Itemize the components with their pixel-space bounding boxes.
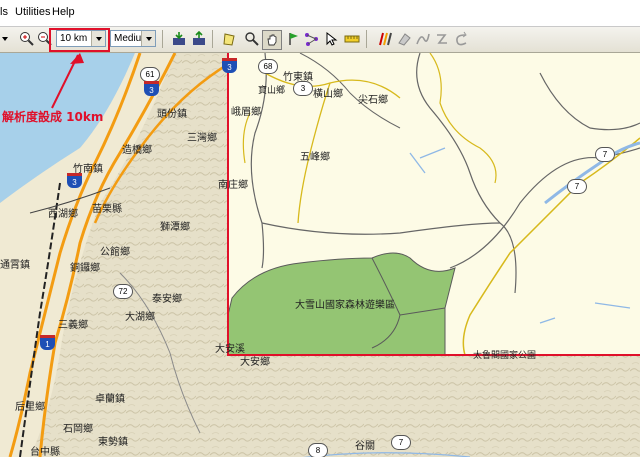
place-label: 橫山鄉 xyxy=(313,89,343,100)
place-label: 頭份鎮 xyxy=(157,109,187,120)
place-label: 西湖鄉 xyxy=(48,209,78,220)
place-label: 獅潭鄉 xyxy=(160,222,190,233)
resolution-highlight-box xyxy=(49,28,110,52)
track-join-icon[interactable] xyxy=(433,30,451,48)
route-shield: 7 xyxy=(567,179,587,194)
route-shield: 7 xyxy=(391,435,411,450)
partial-combo-arrow[interactable] xyxy=(0,30,10,48)
resolution-annotation: 解析度設成 10km xyxy=(2,110,104,124)
place-label: 公館鄉 xyxy=(100,247,130,258)
track-colors-icon[interactable] xyxy=(376,30,394,48)
place-label: 谷關 xyxy=(355,441,375,452)
receive-from-device-icon[interactable] xyxy=(170,30,188,48)
freeway-shield: 3 xyxy=(222,58,237,73)
measure-ruler-icon[interactable] xyxy=(343,30,361,48)
route-shield: 3 xyxy=(293,81,313,96)
menu-bar: ls Utilities Help xyxy=(0,0,640,27)
menu-item-tools[interactable]: ls xyxy=(0,6,8,18)
place-label: 苗栗縣 xyxy=(92,204,122,215)
route-shield: 68 xyxy=(258,59,278,74)
place-label: 尖石鄉 xyxy=(358,95,388,106)
route-shield: 61 xyxy=(140,67,160,82)
menu-item-help[interactable]: Help xyxy=(52,6,75,18)
route-shield: 72 xyxy=(113,284,133,299)
place-label: 銅鑼鄉 xyxy=(70,263,100,274)
place-label: 通霄鎮 xyxy=(0,260,30,271)
place-label: 五峰鄉 xyxy=(300,152,330,163)
place-label: 東勢鎮 xyxy=(98,437,128,448)
place-label: 造橋鄉 xyxy=(122,145,152,156)
toolbar-separator xyxy=(366,30,367,48)
freeway-shield: 1 xyxy=(40,335,55,350)
chevron-down-icon[interactable] xyxy=(141,31,155,46)
place-label: 台中縣 xyxy=(30,447,60,457)
place-label: 石岡鄉 xyxy=(63,424,93,435)
place-label: 太魯閣國家公園 xyxy=(473,351,537,361)
map-canvas[interactable]: 竹東鎮 寶山鄉 橫山鄉 尖石鄉 峨眉鄉 頭份鎮 三灣鄉 造橋鄉 五峰鄉 南庄鄉 … xyxy=(0,53,640,457)
place-label: 峨眉鄉 xyxy=(231,107,261,118)
send-to-device-icon[interactable] xyxy=(190,30,208,48)
route-tool-icon[interactable] xyxy=(303,30,321,48)
place-label: 大安鄉 xyxy=(240,357,270,368)
toolbar-separator xyxy=(162,30,163,48)
menu-item-utilities[interactable]: Utilities xyxy=(15,6,50,18)
place-label: 南庄鄉 xyxy=(218,180,248,191)
freeway-shield: 3 xyxy=(144,81,159,96)
zoom-tool-icon[interactable] xyxy=(243,30,261,48)
waypoint-flag-icon[interactable] xyxy=(285,30,303,48)
route-shield: 7 xyxy=(595,147,615,162)
place-label: 后里鄉 xyxy=(15,402,45,413)
freeway-shield: 3 xyxy=(67,173,82,188)
place-label: 泰安鄉 xyxy=(152,294,182,305)
toolbar-separator xyxy=(212,30,213,48)
track-reverse-icon[interactable] xyxy=(452,30,470,48)
route-shield: 8 xyxy=(308,443,328,457)
track-erase-icon[interactable] xyxy=(395,30,413,48)
select-arrow-icon[interactable] xyxy=(322,30,340,48)
place-label: 卓蘭鎮 xyxy=(95,394,125,405)
place-label: 大雪山國家森林遊樂區 xyxy=(295,300,395,311)
place-label: 寶山鄉 xyxy=(258,86,286,96)
map-select-icon[interactable] xyxy=(220,30,238,48)
zoom-in-icon[interactable] xyxy=(18,30,36,48)
map-detail-select[interactable]: Medium xyxy=(110,30,156,47)
place-label: 三灣鄉 xyxy=(187,133,217,144)
track-divide-icon[interactable] xyxy=(414,30,432,48)
pan-hand-icon[interactable] xyxy=(262,30,282,50)
place-label: 三義鄉 xyxy=(58,320,88,331)
place-label: 大湖鄉 xyxy=(125,312,155,323)
